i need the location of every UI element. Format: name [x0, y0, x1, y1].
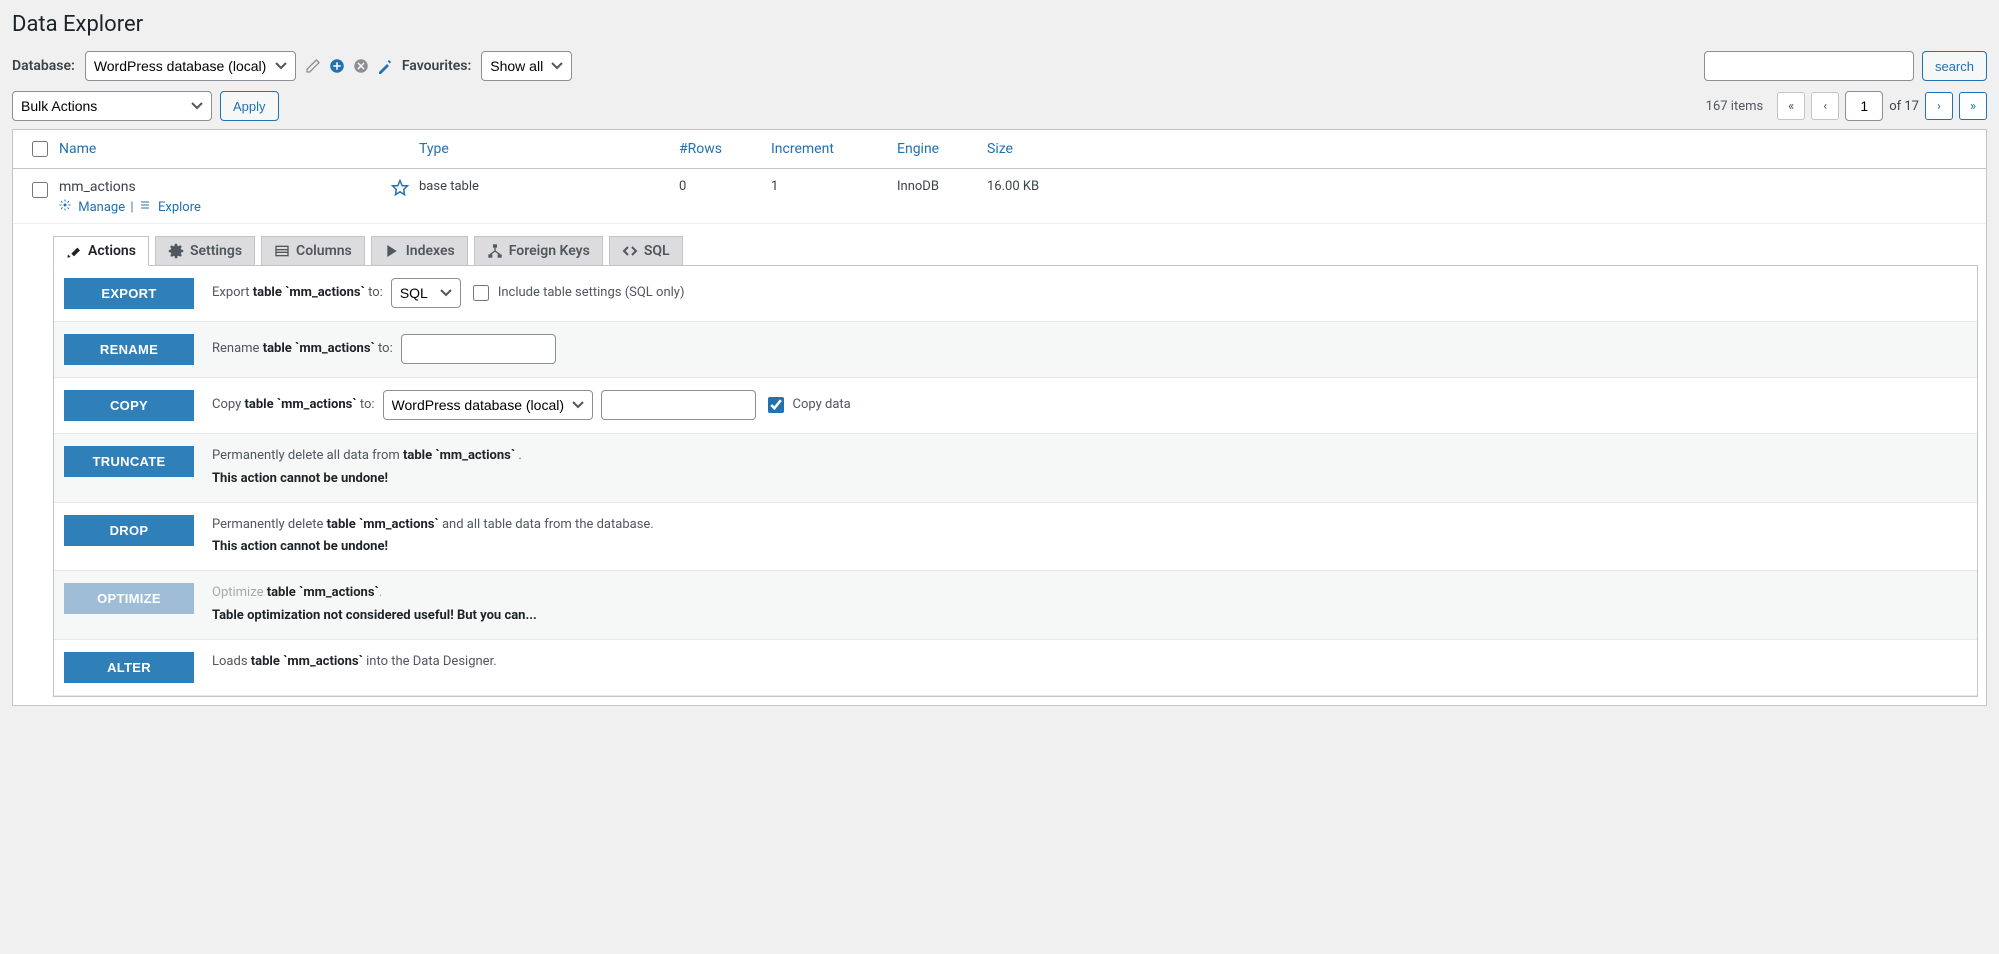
page-current-input[interactable] — [1845, 91, 1883, 121]
optimize-note: Table optimization not considered useful… — [212, 606, 537, 627]
rename-button[interactable]: RENAME — [64, 334, 194, 365]
page-prev-button[interactable]: ‹ — [1811, 92, 1839, 120]
page-last-button[interactable]: » — [1959, 92, 1987, 120]
page-of-text: of 17 — [1889, 99, 1919, 114]
row-engine: InnoDB — [897, 179, 987, 194]
page-title: Data Explorer — [12, 12, 1987, 37]
truncate-button[interactable]: TRUNCATE — [64, 446, 194, 477]
manage-link[interactable]: Manage — [59, 200, 128, 215]
col-type[interactable]: Type — [419, 141, 449, 157]
grid-header: Name Type #Rows Increment Engine Size — [13, 130, 1986, 169]
edit-icon[interactable] — [304, 57, 322, 75]
copy-name-input[interactable] — [601, 390, 756, 420]
copy-data-checkbox[interactable] — [768, 397, 784, 413]
alter-button[interactable]: ALTER — [64, 652, 194, 683]
optimize-button[interactable]: OPTIMIZE — [64, 583, 194, 614]
include-settings-checkbox[interactable] — [473, 285, 489, 301]
top-toolbar: Database: WordPress database (local) Fav… — [12, 51, 1987, 81]
tab-indexes[interactable]: Indexes — [371, 236, 468, 266]
drop-warning: This action cannot be undone! — [212, 537, 654, 558]
col-name[interactable]: Name — [59, 141, 96, 157]
explore-link[interactable]: Explore — [139, 200, 201, 215]
tab-actions[interactable]: Actions — [53, 236, 149, 266]
database-select[interactable]: WordPress database (local) — [85, 51, 296, 81]
search-input[interactable] — [1704, 51, 1914, 81]
col-engine[interactable]: Engine — [897, 141, 939, 157]
row-name: mm_actions — [59, 179, 136, 195]
row-increment: 1 — [771, 179, 897, 194]
export-format-select[interactable]: SQL — [391, 278, 461, 308]
database-label: Database: — [12, 58, 75, 74]
row-rows: 0 — [679, 179, 771, 194]
col-increment[interactable]: Increment — [771, 141, 834, 157]
add-icon[interactable] — [328, 57, 346, 75]
col-rows[interactable]: #Rows — [679, 141, 722, 157]
search-button[interactable]: search — [1922, 51, 1987, 81]
copy-database-select[interactable]: WordPress database (local) — [383, 390, 593, 420]
tab-columns[interactable]: Columns — [261, 236, 365, 266]
favourites-label: Favourites: — [402, 58, 471, 74]
tab-sql[interactable]: SQL — [609, 236, 683, 266]
favourites-select[interactable]: Show all — [481, 51, 572, 81]
apply-button[interactable]: Apply — [220, 91, 279, 121]
data-grid: Name Type #Rows Increment Engine Size mm… — [12, 129, 1987, 706]
row-type: base table — [419, 179, 679, 194]
tab-bar: Actions Settings Columns Indexes Foreign… — [53, 236, 1986, 266]
tab-foreign-keys[interactable]: Foreign Keys — [474, 236, 603, 266]
list-icon — [139, 199, 153, 213]
page-first-button[interactable]: « — [1777, 92, 1805, 120]
truncate-warning: This action cannot be undone! — [212, 469, 522, 490]
rename-input[interactable] — [401, 334, 556, 364]
bulk-actions-select[interactable]: Bulk Actions — [12, 91, 212, 121]
col-size[interactable]: Size — [987, 141, 1013, 157]
bulk-and-pagination: Bulk Actions Apply 167 items « ‹ of 17 ›… — [12, 91, 1987, 121]
export-button[interactable]: EXPORT — [64, 278, 194, 309]
row-size: 16.00 KB — [987, 179, 1187, 194]
tab-settings[interactable]: Settings — [155, 236, 255, 266]
wand-icon[interactable] — [376, 57, 394, 75]
items-count: 167 items — [1706, 99, 1764, 114]
page-next-button[interactable]: › — [1925, 92, 1953, 120]
delete-icon[interactable] — [352, 57, 370, 75]
select-all-checkbox[interactable] — [32, 141, 48, 157]
table-row: mm_actions Manage | Explore base table 0… — [13, 169, 1986, 224]
drop-button[interactable]: DROP — [64, 515, 194, 546]
gear-icon — [59, 199, 73, 213]
copy-button[interactable]: COPY — [64, 390, 194, 421]
row-checkbox[interactable] — [32, 182, 48, 198]
row-actions: Manage | Explore — [59, 199, 419, 215]
favourite-star-icon[interactable] — [391, 179, 409, 197]
actions-panel: EXPORT Export table `mm_actions` to: SQL… — [53, 265, 1978, 697]
